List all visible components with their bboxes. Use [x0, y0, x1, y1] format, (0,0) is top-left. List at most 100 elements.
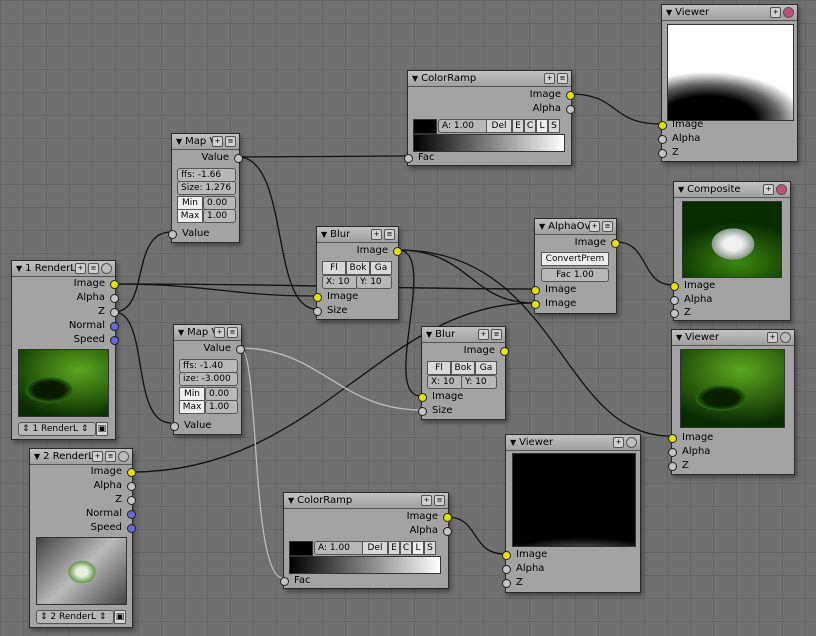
input-socket-alpha[interactable]	[668, 448, 677, 457]
ramp-l-button[interactable]: L	[536, 119, 548, 133]
output-socket-image[interactable]	[443, 513, 452, 522]
node-header[interactable]: ▼ Viewer +	[662, 5, 797, 21]
collapse-triangle-icon[interactable]: ▼	[676, 333, 682, 342]
alphaover-node[interactable]: ▼ AlphaOve + ≡ Image ConvertPrem Fac 1.00 …	[531, 218, 620, 314]
node-header[interactable]: ▼ 1 RenderLa + ≡	[12, 261, 115, 277]
input-socket-image-1[interactable]	[531, 286, 540, 295]
renderlayer-node-2[interactable]: ▼ 2 RenderLa + ≡ Image Alpha Z Normal Spee…	[29, 448, 136, 628]
ramp-e-button[interactable]: E	[388, 541, 400, 555]
collapse-triangle-icon[interactable]: ▼	[176, 137, 182, 146]
filter-type-dropdown[interactable]: Fl	[322, 261, 346, 275]
output-socket-image[interactable]	[393, 247, 402, 256]
node-header[interactable]: ▼ Composite +	[674, 182, 790, 198]
node-header[interactable]: ▼ Viewer +	[506, 435, 640, 451]
renderlayer-selector[interactable]: ⇕ 2 RenderL ⇕	[36, 610, 114, 624]
input-socket-z[interactable]	[668, 462, 677, 471]
size-field[interactable]: Size: 1.276	[177, 181, 236, 195]
input-socket-image[interactable]	[418, 393, 427, 402]
viewer-node-bottom[interactable]: ▼ Viewer + Image Alpha Z	[502, 434, 641, 593]
output-socket-speed[interactable]	[110, 336, 119, 345]
collapse-triangle-icon[interactable]: ▼	[678, 185, 684, 194]
ramp-delete-button[interactable]: Del	[486, 119, 512, 133]
max-toggle[interactable]: Max	[177, 209, 203, 223]
input-socket-image[interactable]	[502, 551, 511, 560]
active-output-icon[interactable]	[776, 184, 787, 195]
max-toggle[interactable]: Max	[179, 400, 205, 414]
mapvalue-node-top[interactable]: ▼ Map V + ≡ Value ffs: -1.66 Size: 1.276 M…	[168, 133, 243, 243]
blur-x-field[interactable]: X: 10	[322, 275, 358, 289]
color-ramp-gradient[interactable]	[413, 134, 565, 152]
input-socket-size[interactable]	[313, 307, 322, 316]
max-field[interactable]: 1.00	[205, 400, 238, 414]
ramp-e-button[interactable]: E	[512, 119, 524, 133]
menu-icon[interactable]: ≡	[491, 329, 502, 340]
node-header[interactable]: ▼ Map V + ≡	[174, 325, 241, 341]
mapvalue-node-bottom[interactable]: ▼ Map V + ≡ Value ffs: -1.40 ize: -3.000 M…	[170, 324, 245, 435]
render-icon[interactable]	[118, 451, 129, 462]
render-icon[interactable]	[101, 263, 112, 274]
input-socket-image[interactable]	[670, 282, 679, 291]
node-header[interactable]: ▼ AlphaOve + ≡	[535, 219, 616, 235]
plus-icon[interactable]: +	[421, 495, 432, 506]
blur-y-field[interactable]: Y: 10	[356, 275, 392, 289]
output-socket-alpha[interactable]	[566, 105, 575, 114]
collapse-triangle-icon[interactable]: ▼	[288, 496, 294, 505]
renderlayer-selector[interactable]: ⇕ 1 RenderL ⇕	[18, 422, 96, 436]
min-field[interactable]: 0.00	[203, 196, 236, 210]
output-socket-alpha[interactable]	[443, 527, 452, 536]
input-socket-z[interactable]	[670, 309, 679, 318]
composite-node[interactable]: ▼ Composite + Image Alpha Z	[670, 181, 791, 321]
input-socket-size[interactable]	[418, 407, 427, 416]
input-socket-value[interactable]	[170, 422, 179, 431]
collapse-triangle-icon[interactable]: ▼	[426, 330, 432, 339]
viewer-node-right[interactable]: ▼ Viewer + Image Alpha Z	[668, 329, 795, 475]
colorramp-node-bottom[interactable]: ▼ ColorRamp + ≡ Image Alpha A: 1.00 Del E …	[280, 492, 452, 589]
ramp-c-button[interactable]: C	[524, 119, 536, 133]
render-button-icon[interactable]: ▣	[114, 610, 126, 624]
menu-icon[interactable]: ≡	[384, 229, 395, 240]
viewer-toggle-icon[interactable]	[626, 437, 637, 448]
collapse-triangle-icon[interactable]: ▼	[412, 74, 418, 83]
output-socket-alpha[interactable]	[127, 482, 136, 491]
menu-icon[interactable]: ≡	[227, 327, 238, 338]
offset-field[interactable]: ffs: -1.40	[179, 359, 238, 373]
output-socket-image[interactable]	[611, 239, 620, 248]
color-ramp-gradient[interactable]	[289, 556, 441, 574]
plus-icon[interactable]: +	[767, 332, 778, 343]
collapse-triangle-icon[interactable]: ▼	[321, 230, 327, 239]
plus-icon[interactable]: +	[214, 327, 225, 338]
active-viewer-icon[interactable]	[783, 7, 794, 18]
node-header[interactable]: ▼ Blur + ≡	[317, 227, 398, 243]
blur-x-field[interactable]: X: 10	[427, 375, 463, 389]
node-header[interactable]: ▼ ColorRamp + ≡	[408, 71, 571, 87]
menu-icon[interactable]: ≡	[105, 451, 116, 462]
ramp-alpha-field[interactable]: A: 1.00	[314, 541, 364, 555]
filter-type-dropdown[interactable]: Fl	[427, 361, 451, 375]
min-toggle[interactable]: Min	[177, 196, 203, 210]
renderlayer-node-1[interactable]: ▼ 1 RenderLa + ≡ Image Alpha Z Normal Spee…	[11, 260, 119, 440]
output-socket-image[interactable]	[127, 468, 136, 477]
plus-icon[interactable]: +	[212, 136, 223, 147]
node-editor-canvas[interactable]: ▼ Viewer + Image Alpha Z ▼ ColorRamp + ≡ Im…	[0, 0, 816, 636]
fac-slider[interactable]: Fac 1.00	[541, 268, 609, 282]
collapse-triangle-icon[interactable]: ▼	[178, 328, 184, 337]
output-socket-speed[interactable]	[127, 524, 136, 533]
ramp-color-swatch[interactable]	[413, 119, 437, 134]
collapse-triangle-icon[interactable]: ▼	[539, 222, 545, 231]
output-socket-image[interactable]	[566, 91, 575, 100]
output-socket-value[interactable]	[236, 345, 245, 354]
input-socket-image[interactable]	[668, 434, 677, 443]
offset-field[interactable]: ffs: -1.66	[177, 168, 236, 182]
viewer-node-top[interactable]: ▼ Viewer + Image Alpha Z	[658, 4, 798, 162]
ramp-l-button[interactable]: L	[412, 541, 424, 555]
input-socket-fac[interactable]	[404, 154, 413, 163]
plus-icon[interactable]: +	[92, 451, 103, 462]
colorramp-node-top[interactable]: ▼ ColorRamp + ≡ Image Alpha A: 1.00 Del E …	[404, 70, 575, 166]
node-header[interactable]: ▼ Blur + ≡	[422, 327, 505, 343]
max-field[interactable]: 1.00	[203, 209, 236, 223]
size-field[interactable]: ize: -3.000	[179, 372, 238, 386]
input-socket-alpha[interactable]	[658, 135, 667, 144]
plus-icon[interactable]: +	[371, 229, 382, 240]
min-toggle[interactable]: Min	[179, 387, 205, 401]
ramp-c-button[interactable]: C	[400, 541, 412, 555]
